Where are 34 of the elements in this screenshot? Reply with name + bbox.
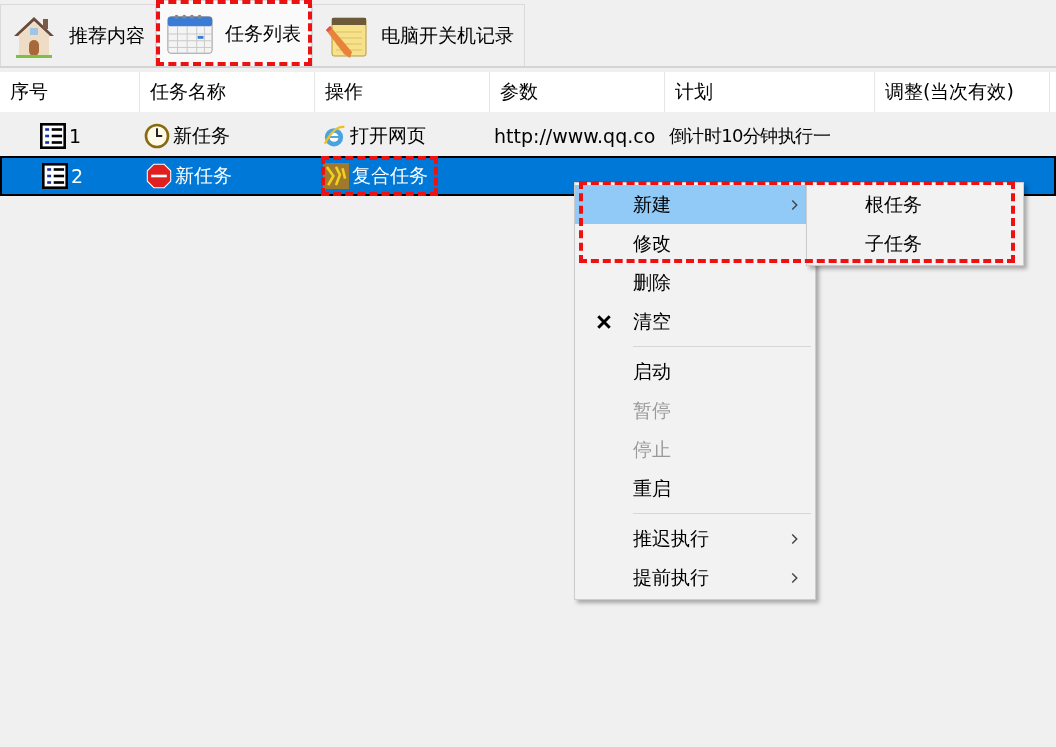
list-icon xyxy=(40,123,66,149)
tab[interactable]: 推荐内容 xyxy=(0,4,156,66)
row-number: 2 xyxy=(71,165,84,187)
column-header[interactable]: 操作 xyxy=(315,72,490,112)
chevron-right-icon xyxy=(790,197,799,212)
action-cell: 打开网页 xyxy=(319,116,436,156)
stop-sign-icon xyxy=(146,163,172,189)
column-header[interactable]: 计划 xyxy=(665,72,875,112)
action-cell: 复合任务 xyxy=(321,156,438,196)
list-icon xyxy=(42,163,68,189)
column-header[interactable]: 任务名称 xyxy=(140,72,315,112)
task-name: 新任务 xyxy=(175,163,232,188)
chevron-right-icon xyxy=(790,570,799,585)
table-row[interactable]: 1 新任务 打开网页 http://www.qq.co 倒计时10分钟执行一 xyxy=(0,116,1056,156)
menu-item[interactable]: 删除 xyxy=(575,263,815,302)
row-number: 1 xyxy=(69,125,82,147)
menu-item[interactable]: 重启 xyxy=(575,469,815,508)
menu-item[interactable]: 清空 xyxy=(575,302,815,341)
composite-task-icon xyxy=(323,163,349,189)
clock-icon xyxy=(144,123,170,149)
menu-item[interactable]: 启动 xyxy=(575,352,815,391)
column-header[interactable]: 参数 xyxy=(490,72,665,112)
cross-icon xyxy=(596,313,612,330)
tab[interactable]: 任务列表 xyxy=(156,0,312,66)
column-header[interactable]: 序号 xyxy=(0,72,140,112)
task-name: 新任务 xyxy=(173,123,230,148)
menu-item[interactable]: 推迟执行 xyxy=(575,519,815,558)
browser-icon xyxy=(321,123,347,149)
column-header[interactable]: 调整(当次有效) xyxy=(875,72,1050,112)
plan-text: 倒计时10分钟执行一 xyxy=(669,124,830,148)
chevron-right-icon xyxy=(790,531,799,546)
menu-item[interactable]: 提前执行 xyxy=(575,558,815,597)
tab[interactable]: 电脑开关机记录 xyxy=(312,4,525,66)
parameter-text: http://www.qq.co xyxy=(494,125,656,147)
